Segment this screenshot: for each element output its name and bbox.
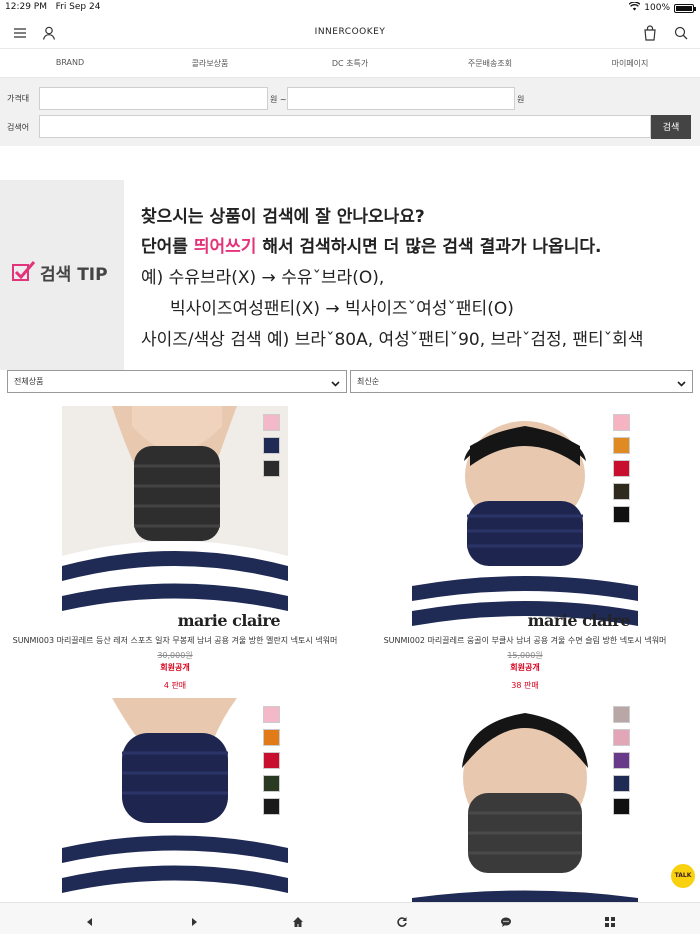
- chevron-down-icon: [676, 376, 687, 387]
- color-swatch: [613, 798, 630, 815]
- tip-line-2: 단어를 띄어쓰기 해서 검색하시면 더 많은 검색 결과가 나옵니다.: [141, 237, 602, 257]
- member-price-badge: 회원공개: [160, 663, 190, 672]
- shopping-bag-icon[interactable]: [641, 24, 659, 42]
- search-button[interactable]: 검색: [651, 115, 691, 139]
- tip-title: 검색 TIP: [12, 260, 108, 285]
- member-price-badge: 회원공개: [510, 663, 540, 672]
- price-min-input[interactable]: [39, 87, 268, 110]
- checkbox-icon: [12, 260, 36, 285]
- color-swatch: [263, 460, 280, 477]
- tip-title-text: 검색 TIP: [40, 265, 108, 285]
- tip-line-1: 찾으시는 상품이 검색에 잘 안나오나요?: [141, 207, 425, 227]
- chat-icon[interactable]: [500, 913, 512, 927]
- brand-logo: marie claire: [527, 611, 631, 630]
- keyword-input[interactable]: [39, 115, 651, 138]
- tip-line-5: 사이즈/색상 검색 예) 브라ˇ80A, 여성ˇ팬티ˇ90, 브라ˇ검정, 팬티…: [141, 330, 644, 350]
- sort-select[interactable]: 최신순: [350, 370, 693, 393]
- product-image[interactable]: [62, 698, 288, 902]
- site-logo[interactable]: INNERCOOKEY: [0, 27, 700, 37]
- brand-logo: marie claire: [177, 611, 281, 630]
- bottom-toolbar: [0, 902, 700, 934]
- color-swatch: [613, 706, 630, 723]
- color-swatch: [613, 506, 630, 523]
- search-tip-banner: 검색 TIP 찾으시는 상품이 검색에 잘 안나오나요? 단어를 띄어쓰기 해서…: [0, 180, 700, 370]
- main-nav: BRAND 콜라보상품 DC 초특가 주문배송조회 마이페이지: [0, 48, 700, 78]
- forward-icon[interactable]: [188, 913, 200, 926]
- price-max-input[interactable]: [287, 87, 515, 110]
- sold-count: 4 판매: [163, 681, 187, 690]
- color-swatch: [613, 414, 630, 431]
- chevron-down-icon: [330, 376, 341, 387]
- sort-select-value: 최신순: [357, 377, 380, 386]
- product-price: 15,000원: [507, 651, 543, 660]
- tip-line-4: 빅사이즈여성팬티(X) → 빅사이즈ˇ여성ˇ팬티(O): [170, 299, 514, 319]
- color-swatch: [263, 775, 280, 792]
- color-swatch: [263, 798, 280, 815]
- color-swatch: [263, 752, 280, 769]
- nav-item-mypage[interactable]: 마이페이지: [612, 58, 649, 69]
- product-image[interactable]: marie claire: [412, 406, 638, 632]
- back-icon[interactable]: [84, 913, 96, 926]
- status-right: 100%: [628, 1, 696, 14]
- color-swatch: [613, 752, 630, 769]
- product-name[interactable]: SUNMI002 마리끌레르 웅골이 부클사 남녀 공용 겨울 수면 슬림 방한…: [350, 635, 700, 646]
- nav-item-order-tracking[interactable]: 주문배송조회: [468, 58, 512, 69]
- color-swatch: [613, 775, 630, 792]
- category-select[interactable]: 전체상품: [7, 370, 347, 393]
- tip-line-3: 예) 수유브라(X) → 수유ˇ브라(O),: [141, 268, 385, 288]
- product-image[interactable]: [412, 698, 638, 902]
- kakao-talk-button[interactable]: TALK: [671, 864, 695, 888]
- product-image[interactable]: marie claire: [62, 406, 288, 632]
- color-swatch: [263, 414, 280, 431]
- status-bar: 12:29 PM Fri Sep 24 100%: [0, 0, 700, 14]
- product-name[interactable]: SUNMI003 마리끌레르 등산 레저 스포츠 일자 무봉제 남녀 공용 겨울…: [0, 635, 350, 646]
- search-icon[interactable]: [672, 24, 690, 42]
- nav-item-brand[interactable]: BRAND: [56, 58, 84, 67]
- nav-item-dc-sale[interactable]: DC 초특가: [332, 58, 368, 69]
- search-panel: 가격대 원 ~ 원 검색어 검색: [0, 78, 700, 146]
- color-swatch: [263, 729, 280, 746]
- product-price: 30,000원: [157, 651, 193, 660]
- battery-percent: 100%: [644, 3, 670, 13]
- nav-item-collab[interactable]: 콜라보상품: [192, 58, 229, 69]
- price-range-label: 가격대: [7, 94, 30, 103]
- price-unit-to: 원: [517, 95, 525, 104]
- refresh-icon[interactable]: [396, 913, 408, 927]
- color-swatch: [263, 706, 280, 723]
- status-time: 12:29 PM Fri Sep 24: [5, 2, 101, 12]
- color-swatch: [263, 437, 280, 454]
- color-swatch: [613, 729, 630, 746]
- category-select-value: 전체상품: [14, 377, 44, 386]
- color-swatch: [613, 437, 630, 454]
- wifi-icon: [628, 1, 641, 14]
- price-unit-from: 원 ~: [270, 95, 287, 104]
- sold-count: 38 판매: [511, 681, 539, 690]
- keyword-label: 검색어: [7, 123, 30, 132]
- grid-menu-icon[interactable]: [604, 913, 616, 927]
- color-swatch: [613, 483, 630, 500]
- site-header: INNERCOOKEY: [0, 18, 700, 48]
- home-icon[interactable]: [292, 913, 304, 927]
- battery-icon: [674, 3, 696, 13]
- color-swatch: [613, 460, 630, 477]
